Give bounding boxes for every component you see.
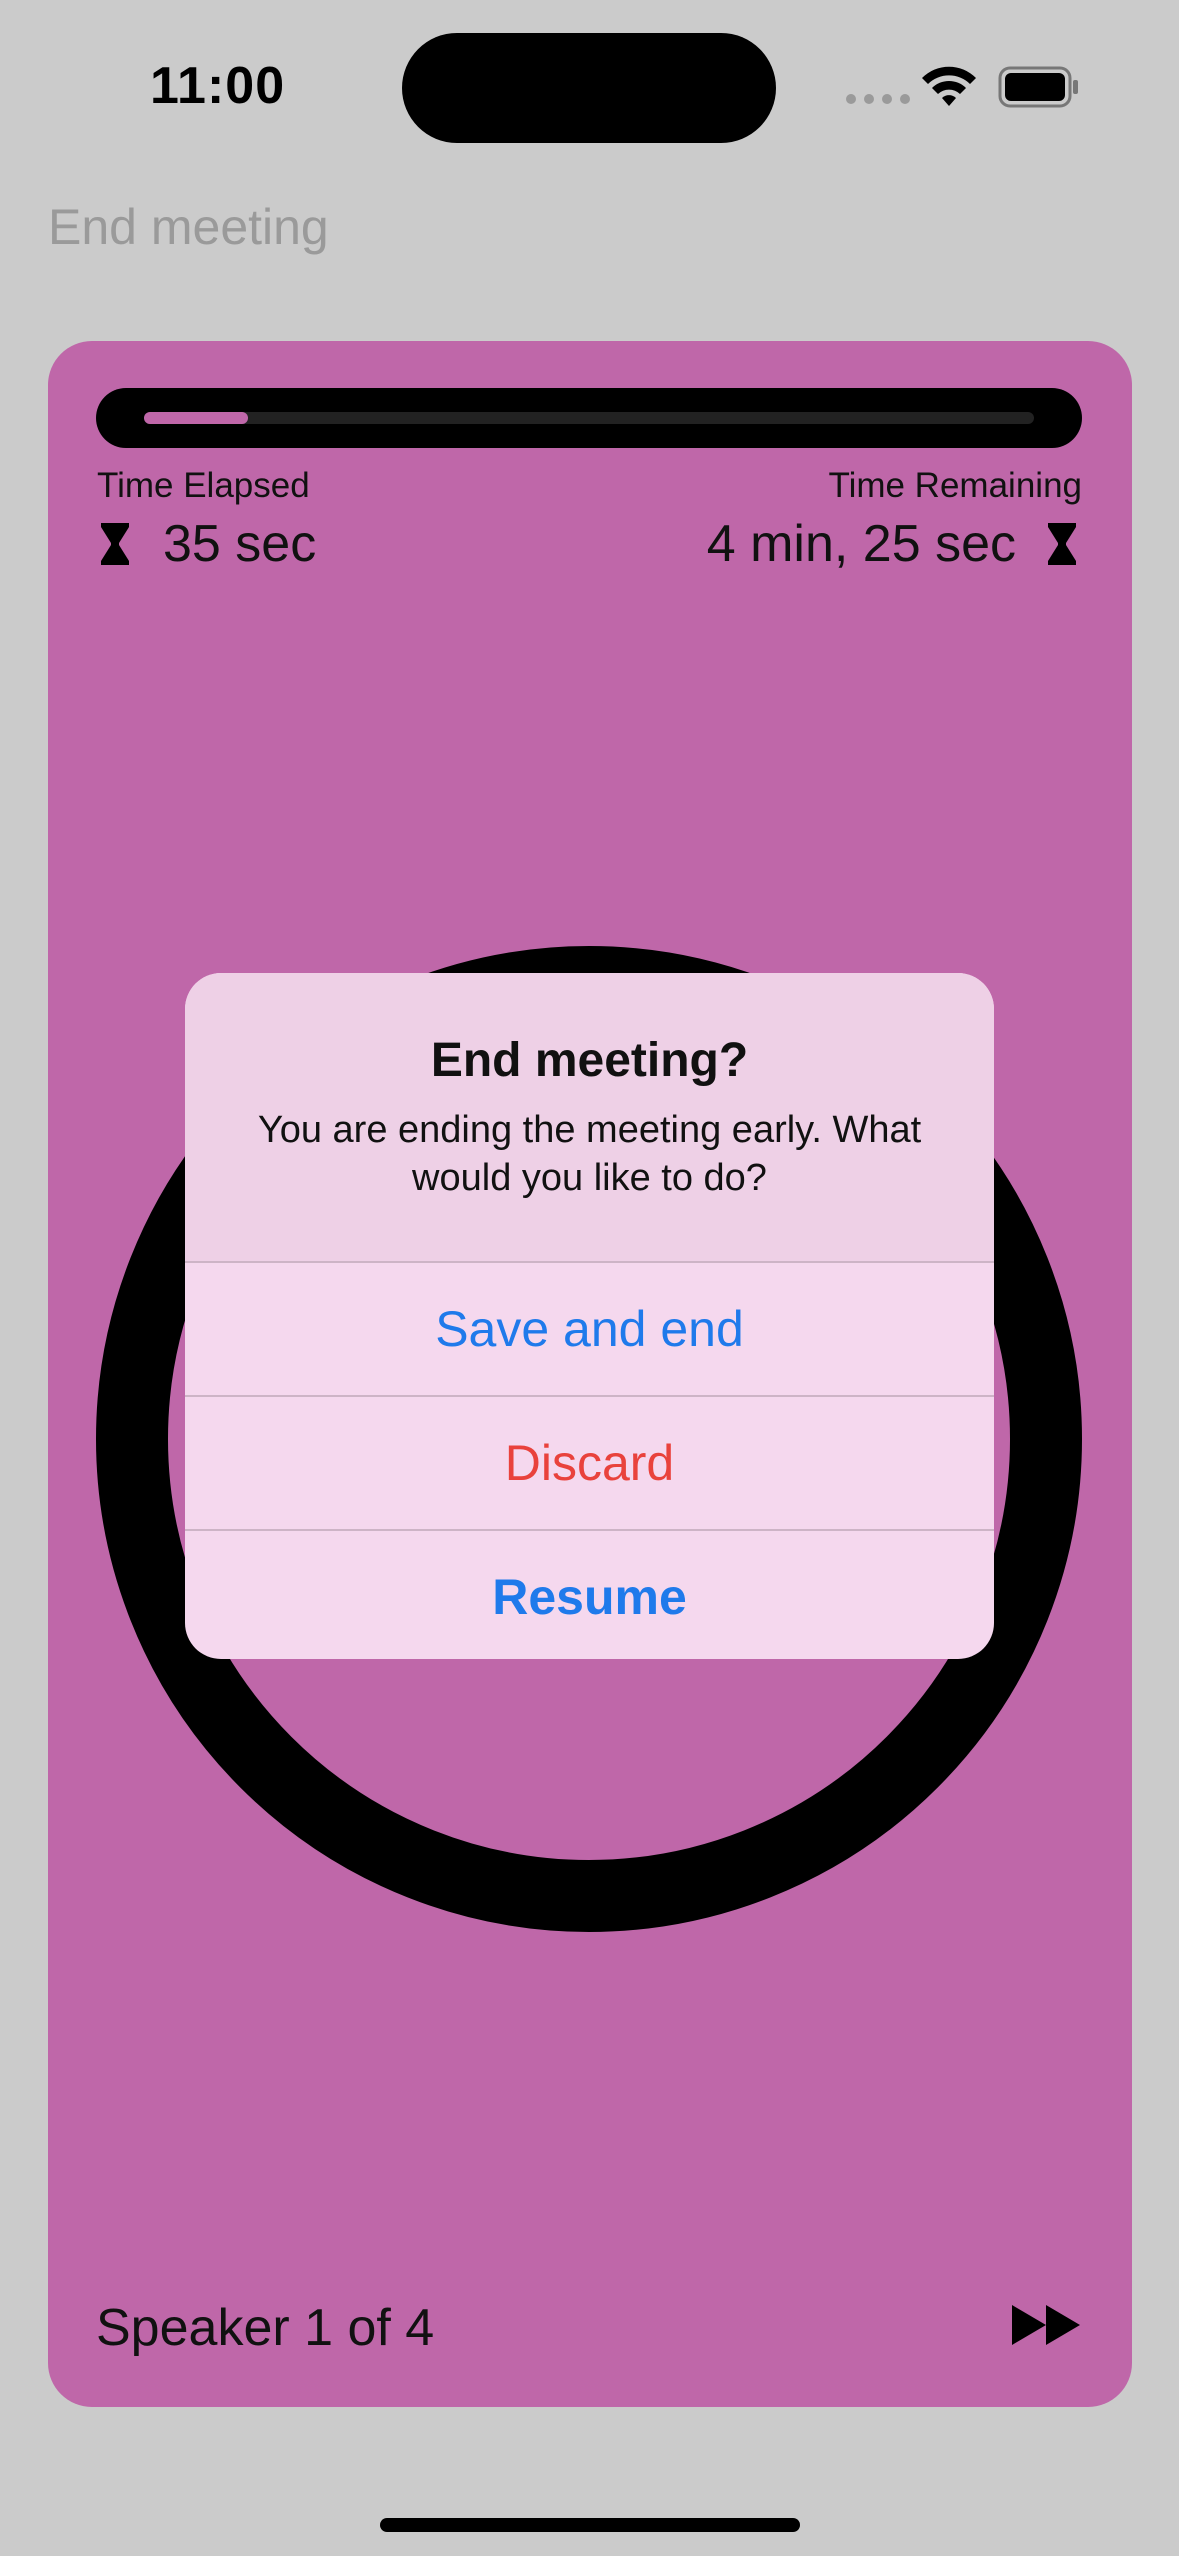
- speaker-label: Speaker 1 of 4: [96, 2299, 435, 2357]
- hourglass-icon: [101, 523, 129, 565]
- time-remaining-label: Time Remaining: [828, 466, 1082, 505]
- home-indicator[interactable]: [380, 2518, 800, 2532]
- meeting-progress-bar: [96, 388, 1082, 448]
- time-remaining-value: 4 min, 25 sec: [706, 515, 1016, 573]
- alert-message: You are ending the meeting early. What w…: [257, 1109, 922, 1199]
- progress-fill: [144, 412, 249, 424]
- signal-icon: [846, 94, 910, 104]
- wifi-icon: [922, 66, 976, 106]
- resume-button[interactable]: Resume: [185, 1529, 994, 1659]
- hourglass-icon: [1048, 523, 1076, 565]
- battery-icon: [998, 66, 1078, 108]
- discard-button[interactable]: Discard: [185, 1395, 994, 1529]
- save-and-end-button[interactable]: Save and end: [185, 1261, 994, 1395]
- status-time: 11:00: [150, 57, 286, 115]
- status-bar: 11:00: [0, 0, 1179, 170]
- dynamic-island: [402, 33, 776, 143]
- time-elapsed-label: Time Elapsed: [97, 466, 310, 505]
- progress-track: [144, 412, 1034, 424]
- end-meeting-back-button[interactable]: End meeting: [48, 198, 329, 256]
- forward-icon[interactable]: [1012, 2305, 1082, 2345]
- alert-title: End meeting?: [430, 1034, 749, 1087]
- end-meeting-alert: End meeting? You are ending the meeting …: [185, 973, 994, 1659]
- alert-header: End meeting? You are ending the meeting …: [185, 973, 994, 1261]
- time-elapsed-value: 35 sec: [163, 515, 317, 573]
